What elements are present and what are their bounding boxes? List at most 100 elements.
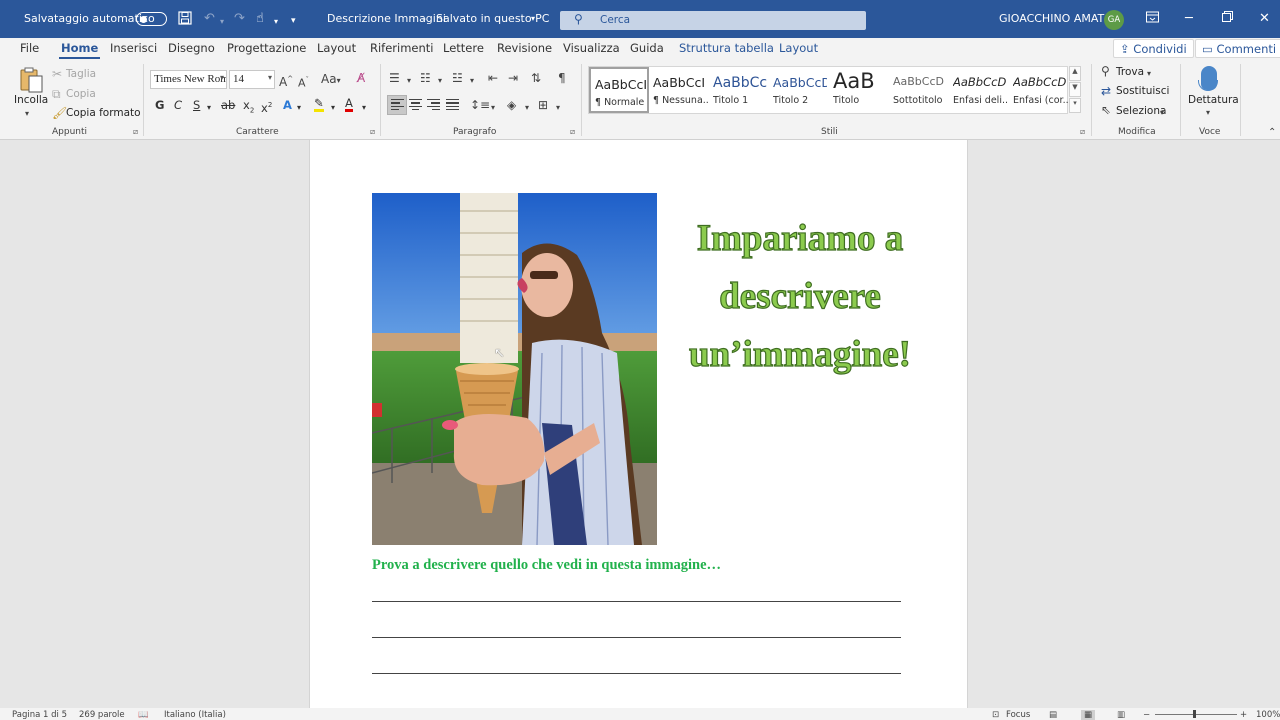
- customize-toolbar-icon[interactable]: ▾: [291, 13, 296, 29]
- restore-icon[interactable]: [1222, 11, 1233, 27]
- save-status-dropdown-icon[interactable]: ▾: [531, 14, 535, 23]
- tab-home[interactable]: Home: [58, 41, 101, 59]
- search-box[interactable]: ⚲ Cerca: [560, 11, 866, 30]
- copy-icon[interactable]: ⧉: [52, 87, 61, 101]
- style-heading-1[interactable]: AaBbCc Titolo 1: [709, 67, 769, 113]
- page-count[interactable]: Pagina 1 di 5: [12, 710, 67, 720]
- close-icon[interactable]: ✕: [1259, 11, 1270, 27]
- align-right-icon[interactable]: [427, 99, 440, 111]
- chevron-down-icon[interactable]: ▼: [1069, 82, 1081, 97]
- ribbon-display-options-icon[interactable]: [1146, 11, 1159, 28]
- collapse-ribbon-icon[interactable]: ⌃: [1268, 126, 1276, 140]
- focus-icon[interactable]: ⊡: [992, 710, 999, 720]
- tab-view[interactable]: Visualizza: [563, 41, 620, 55]
- minimize-icon[interactable]: ─: [1185, 11, 1193, 27]
- zoom-slider-thumb[interactable]: [1193, 710, 1196, 718]
- style-title[interactable]: AaB Titolo: [829, 67, 889, 113]
- zoom-level[interactable]: 100%: [1256, 710, 1280, 720]
- language-status[interactable]: Italiano (Italia): [164, 710, 226, 720]
- tab-references[interactable]: Riferimenti: [370, 41, 434, 55]
- document-page[interactable]: Impariamo a descrivere un’immagine! Prov…: [309, 140, 968, 708]
- format-painter-button[interactable]: Copia formato: [66, 107, 141, 119]
- numbering-icon[interactable]: ☷: [420, 71, 431, 85]
- find-button[interactable]: Trova: [1116, 66, 1144, 78]
- text-effects-icon[interactable]: A: [283, 98, 292, 112]
- word-count[interactable]: 269 parole: [79, 710, 125, 720]
- style-no-spacing[interactable]: AaBbCcI ¶ Nessuna...: [649, 67, 709, 113]
- change-case-icon[interactable]: Aa▾: [321, 72, 341, 88]
- document-prompt[interactable]: Prova a descrivere quello che vedi in qu…: [372, 557, 721, 574]
- tab-file[interactable]: File: [20, 41, 39, 55]
- justify-icon[interactable]: [446, 99, 459, 111]
- borders-dropdown-icon[interactable]: ▾: [556, 101, 560, 115]
- paragraph-launcher-icon[interactable]: ⧄: [570, 127, 575, 137]
- multilevel-list-icon[interactable]: ☳: [452, 71, 463, 85]
- multilevel-dropdown-icon[interactable]: ▾: [470, 74, 474, 88]
- shading-icon[interactable]: ◈: [507, 98, 516, 112]
- undo-icon[interactable]: ↶: [204, 11, 215, 27]
- select-icon[interactable]: ⇖: [1101, 103, 1111, 117]
- underline-icon[interactable]: S: [193, 98, 200, 112]
- find-dropdown-icon[interactable]: ▾: [1147, 67, 1151, 81]
- autosave-toggle[interactable]: [136, 12, 167, 26]
- font-launcher-icon[interactable]: ⧄: [370, 127, 375, 137]
- grow-font-icon[interactable]: A^: [279, 72, 293, 89]
- bold-icon[interactable]: G: [155, 98, 164, 112]
- tab-layout[interactable]: Layout: [317, 41, 356, 55]
- underline-dropdown-icon[interactable]: ▾: [207, 101, 211, 115]
- more-styles-icon[interactable]: ▾: [1069, 98, 1081, 113]
- style-heading-2[interactable]: AaBbCcD Titolo 2: [769, 67, 829, 113]
- web-layout-icon[interactable]: ▥: [1117, 710, 1125, 720]
- share-button[interactable]: ⇪ Condividi: [1113, 39, 1194, 58]
- clear-formatting-icon[interactable]: A̸: [357, 71, 365, 85]
- increase-indent-icon[interactable]: ⇥: [508, 71, 518, 85]
- style-subtitle[interactable]: AaBbCcD Sottotitolo: [889, 67, 949, 113]
- paste-icon[interactable]: [19, 66, 45, 97]
- proofing-icon[interactable]: 📖: [138, 710, 149, 720]
- tab-insert[interactable]: Inserisci: [110, 41, 157, 55]
- cut-button[interactable]: Taglia: [66, 68, 96, 80]
- styles-launcher-icon[interactable]: ⧄: [1080, 127, 1085, 137]
- writing-line[interactable]: [372, 673, 901, 674]
- bullets-icon[interactable]: ☰: [389, 71, 400, 85]
- shrink-font-icon[interactable]: Aˇ: [298, 73, 309, 91]
- document-heading[interactable]: Impariamo a descrivere un’immagine!: [670, 210, 930, 384]
- zoom-out-icon[interactable]: −: [1143, 710, 1150, 720]
- line-spacing-dropdown-icon[interactable]: ▾: [491, 101, 495, 115]
- select-button[interactable]: Seleziona: [1116, 105, 1166, 117]
- tab-review[interactable]: Revisione: [497, 41, 552, 55]
- italic-icon[interactable]: C: [174, 98, 182, 112]
- superscript-icon[interactable]: x2: [261, 98, 272, 115]
- paste-button[interactable]: Incolla: [14, 94, 48, 106]
- chevron-up-icon[interactable]: ▲: [1069, 66, 1081, 81]
- redo-icon[interactable]: ↷: [234, 11, 245, 27]
- touch-mode-icon[interactable]: ☝: [256, 11, 264, 27]
- font-size-combo[interactable]: 14 ▾: [229, 70, 275, 89]
- borders-icon[interactable]: ⊞: [538, 98, 548, 112]
- select-dropdown-icon[interactable]: ▾: [1160, 106, 1164, 120]
- subscript-icon[interactable]: x2: [243, 98, 254, 117]
- comments-button[interactable]: ▭ Commenti: [1195, 39, 1280, 58]
- user-name[interactable]: GIOACCHINO AMATO: [999, 12, 1113, 25]
- writing-line[interactable]: [372, 637, 901, 638]
- decrease-indent-icon[interactable]: ⇤: [488, 71, 498, 85]
- clipboard-launcher-icon[interactable]: ⧄: [133, 127, 138, 137]
- cut-icon[interactable]: ✂: [52, 67, 62, 81]
- tab-help[interactable]: Guida: [630, 41, 664, 55]
- font-color-dropdown-icon[interactable]: ▾: [362, 101, 366, 115]
- writing-line[interactable]: [372, 601, 901, 602]
- shading-dropdown-icon[interactable]: ▾: [525, 101, 529, 115]
- focus-button[interactable]: Focus: [1006, 710, 1030, 720]
- format-painter-icon[interactable]: 🖌: [52, 106, 67, 120]
- style-emphasis[interactable]: AaBbCcD Enfasi (cor...: [1009, 67, 1069, 113]
- replace-icon[interactable]: ⇄: [1101, 84, 1111, 98]
- numbering-dropdown-icon[interactable]: ▾: [438, 74, 442, 88]
- document-photo[interactable]: [372, 193, 657, 545]
- font-color-icon[interactable]: A: [345, 97, 353, 112]
- align-left-icon[interactable]: [391, 99, 404, 111]
- style-normal[interactable]: AaBbCcI ¶ Normale: [589, 67, 649, 113]
- dictate-dropdown-icon[interactable]: ▾: [1206, 106, 1210, 120]
- line-spacing-icon[interactable]: ↕≡: [470, 98, 490, 112]
- copy-button[interactable]: Copia: [66, 88, 96, 100]
- dictate-button[interactable]: Dettatura: [1188, 94, 1239, 106]
